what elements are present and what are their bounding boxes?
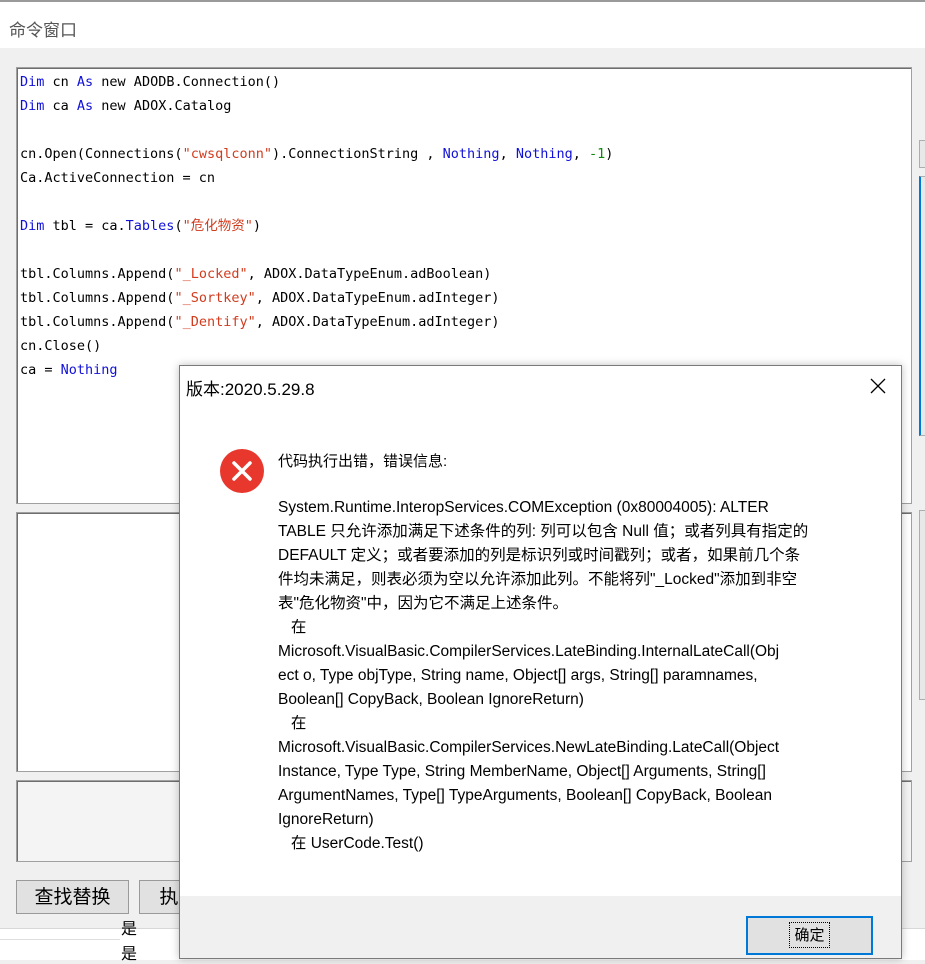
- code-token: "_Sortkey": [174, 290, 256, 306]
- error-icon: [219, 448, 265, 494]
- code-line: tbl.Columns.Append("_Locked", ADOX.DataT…: [20, 265, 491, 283]
- dialog-footer: 确定: [180, 896, 901, 958]
- code-line: tbl.Columns.Append("_Sortkey", ADOX.Data…: [20, 289, 500, 307]
- code-token: ): [605, 146, 614, 162]
- find-replace-button[interactable]: 查找替换: [16, 880, 129, 914]
- close-icon[interactable]: [860, 370, 896, 402]
- code-token: "危化物资": [182, 218, 253, 234]
- code-token: Nothing: [515, 146, 573, 162]
- code-token: , ADOX.DataTypeEnum.adInteger): [255, 290, 500, 306]
- code-token: tbl.Columns.Append(: [20, 314, 175, 330]
- message-line: 在: [278, 715, 307, 732]
- message-line: 在 UserCode.Test(): [278, 835, 424, 852]
- code-token: "cwsqlconn": [182, 146, 272, 162]
- code-token: , ADOX.DataTypeEnum.adBoolean): [247, 266, 492, 282]
- message-line: ArgumentNames, Type[] TypeArguments, Boo…: [278, 787, 772, 804]
- code-token: cn.Open(Connections(: [20, 146, 183, 162]
- right-edge-panel[interactable]: [919, 176, 925, 436]
- code-token: Dim: [20, 74, 45, 90]
- code-token: Ca.ActiveConnection = cn: [20, 170, 216, 186]
- dialog-message: System.Runtime.InteropServices.COMExcept…: [278, 496, 850, 856]
- code-token: cn.Close(): [20, 338, 102, 354]
- code-token: Nothing: [442, 146, 500, 162]
- code-line: ca = Nothing: [20, 361, 118, 379]
- code-token: As: [76, 74, 94, 90]
- ok-button[interactable]: 确定: [746, 916, 873, 955]
- code-token: new ADODB.Connection(): [93, 74, 281, 90]
- window-title: 命令窗口: [9, 21, 77, 41]
- code-token: tbl.Columns.Append(: [20, 290, 175, 306]
- message-line: Boolean[] CopyBack, Boolean IgnoreReturn…: [278, 691, 584, 708]
- code-token: -1: [589, 146, 606, 162]
- grid-value: 是: [121, 919, 138, 938]
- message-line: Microsoft.VisualBasic.CompilerServices.L…: [278, 643, 780, 660]
- code-token: Dim: [20, 98, 45, 114]
- right-edge-panel-lower[interactable]: [919, 510, 925, 700]
- message-line: 件均未满足，则表必须为空以允许添加此列。不能将列"_Locked"添加到非空: [278, 571, 798, 588]
- code-line: cn.Open(Connections("cwsqlconn").Connect…: [20, 145, 613, 163]
- message-line: Instance, Type Type, String MemberName, …: [278, 763, 766, 780]
- code-token: (: [174, 218, 183, 234]
- error-dialog: 版本:2020.5.29.8 代码执行出错，错误信息: System.Runti…: [179, 365, 902, 959]
- code-token: ).ConnectionString ,: [271, 146, 443, 162]
- message-line: ect o, Type objType, String name, Object…: [278, 667, 758, 684]
- right-edge-tab[interactable]: [919, 140, 925, 168]
- code-token: ca: [44, 98, 77, 114]
- right-edge-controls: [919, 140, 925, 700]
- code-token: Tables: [125, 218, 175, 234]
- code-line: tbl.Columns.Append("_Dentify", ADOX.Data…: [20, 313, 500, 331]
- window-titlebar: 命令窗口: [0, 2, 925, 48]
- message-line: 表"危化物资"中，因为它不满足上述条件。: [278, 595, 569, 612]
- message-line: System.Runtime.InteropServices.COMExcept…: [278, 499, 769, 516]
- message-line: 在: [278, 619, 307, 636]
- message-line: Microsoft.VisualBasic.CompilerServices.N…: [278, 739, 780, 756]
- dialog-title: 版本:2020.5.29.8: [186, 380, 315, 399]
- code-line: Dim ca As new ADOX.Catalog: [20, 97, 231, 115]
- code-line: Dim cn As new ADODB.Connection(): [20, 73, 280, 91]
- code-token: ,: [572, 146, 589, 162]
- code-token: ca =: [20, 362, 61, 378]
- dialog-heading: 代码执行出错，错误信息:: [278, 453, 448, 470]
- code-line: Ca.ActiveConnection = cn: [20, 169, 215, 187]
- code-token: "_Dentify": [174, 314, 256, 330]
- code-token: ): [252, 218, 261, 234]
- code-token: As: [76, 98, 94, 114]
- grid-cell: [0, 929, 120, 940]
- code-token: "_Locked": [174, 266, 248, 282]
- code-token: ,: [499, 146, 516, 162]
- ok-button-label: 确定: [789, 922, 830, 948]
- code-token: tbl = ca.: [44, 218, 126, 234]
- message-line: TABLE 只允许添加满足下述条件的列: 列可以包含 Null 值；或者列具有指…: [278, 523, 809, 540]
- code-line: Dim tbl = ca.Tables("危化物资"): [20, 217, 261, 235]
- grid-value: 是: [121, 944, 138, 963]
- code-token: tbl.Columns.Append(: [20, 266, 175, 282]
- message-line: IgnoreReturn): [278, 811, 374, 828]
- code-token: Nothing: [60, 362, 118, 378]
- message-line: DEFAULT 定义；或者要添加的列是标识列或时间戳列；或者，如果前几个条: [278, 547, 801, 564]
- code-token: cn: [44, 74, 77, 90]
- code-token: Dim: [20, 218, 45, 234]
- code-token: , ADOX.DataTypeEnum.adInteger): [255, 314, 500, 330]
- code-line: cn.Close(): [20, 337, 101, 355]
- code-token: new ADOX.Catalog: [93, 98, 232, 114]
